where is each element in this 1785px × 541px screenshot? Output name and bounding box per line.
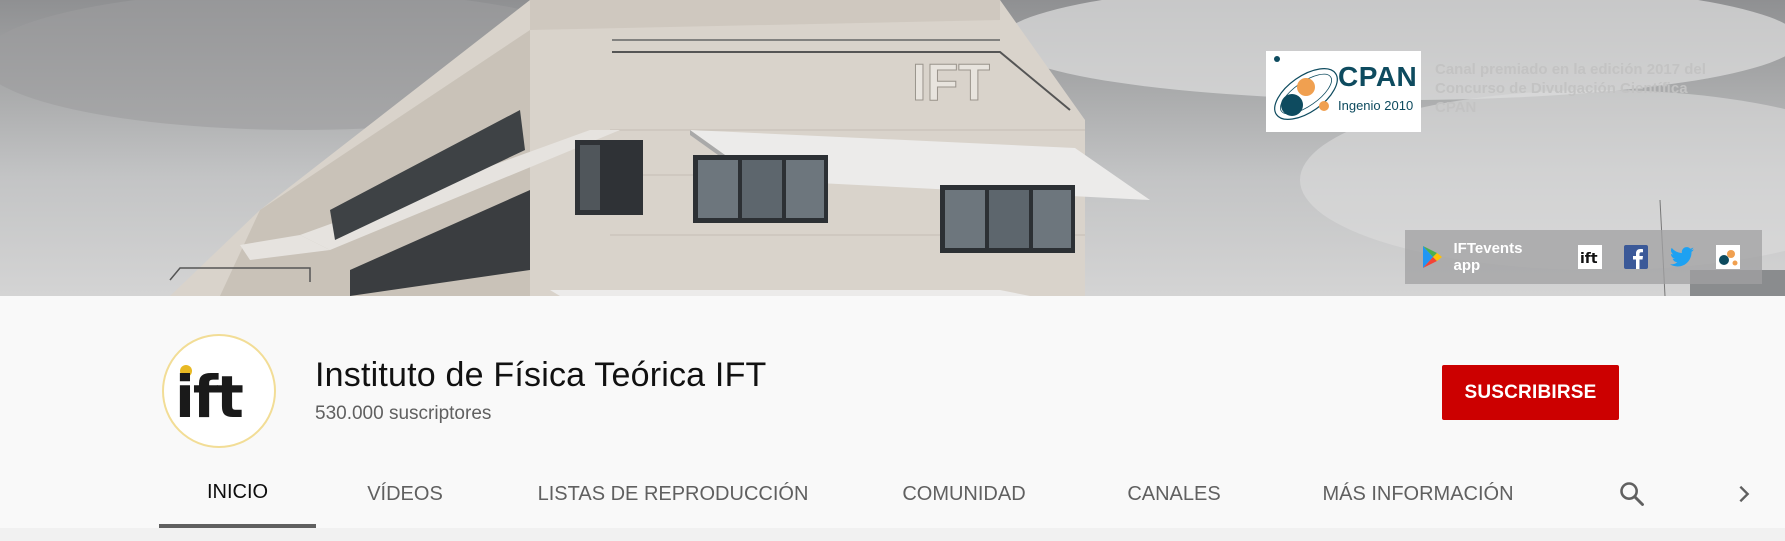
- award-text: Canal premiado en la edición 2017 del Co…: [1435, 60, 1755, 117]
- ift-avatar-logo: ift: [175, 363, 245, 431]
- award-line-1: Canal premiado en la edición 2017 del: [1435, 61, 1706, 78]
- facebook-icon[interactable]: [1624, 245, 1648, 269]
- award-line-2: Concurso de Divulgación Científica: [1435, 80, 1688, 97]
- google-play-icon[interactable]: [1419, 243, 1446, 271]
- cpan-logo-word: CPAN: [1338, 61, 1418, 92]
- tab-inicio[interactable]: INICIO: [159, 460, 316, 528]
- web-icon[interactable]: [1716, 245, 1740, 269]
- tab-community[interactable]: COMUNIDAD: [882, 460, 1046, 528]
- banner-links-bar: IFTevents app ift: [1405, 230, 1762, 284]
- cpan-logo[interactable]: CPAN Ingenio 2010: [1266, 51, 1421, 132]
- app-link-label[interactable]: IFTevents app: [1454, 240, 1548, 274]
- search-icon[interactable]: [1616, 478, 1648, 510]
- building-sign: IFT: [912, 54, 990, 112]
- channel-banner: IFT CPAN Ingenio 2010 Canal premiado en …: [0, 0, 1785, 296]
- award-line-3: CPAN: [1435, 99, 1477, 116]
- subscriber-count: 530.000 suscriptores: [315, 403, 492, 424]
- channel-avatar[interactable]: ift: [162, 334, 276, 448]
- channel-tabs: INICIO VÍDEOS LISTAS DE REPRODUCCIÓN COM…: [0, 460, 1785, 528]
- content-area-edge: [0, 528, 1785, 541]
- tab-playlists[interactable]: LISTAS DE REPRODUCCIÓN: [523, 460, 823, 528]
- avatar-text: ift: [175, 363, 243, 431]
- ift-logo-icon[interactable]: ift: [1578, 245, 1602, 269]
- twitter-icon[interactable]: [1670, 245, 1694, 269]
- subscribe-button[interactable]: SUSCRIBIRSE: [1442, 365, 1619, 420]
- tab-videos[interactable]: VÍDEOS: [346, 460, 464, 528]
- cpan-logo-subtitle: Ingenio 2010: [1338, 98, 1414, 113]
- tab-channels[interactable]: CANALES: [1106, 460, 1242, 528]
- svg-text:ift: ift: [1580, 251, 1598, 267]
- tab-about[interactable]: MÁS INFORMACIÓN: [1302, 460, 1534, 528]
- chevron-right-icon[interactable]: [1728, 478, 1760, 510]
- channel-name: Instituto de Física Teórica IFT: [315, 356, 767, 394]
